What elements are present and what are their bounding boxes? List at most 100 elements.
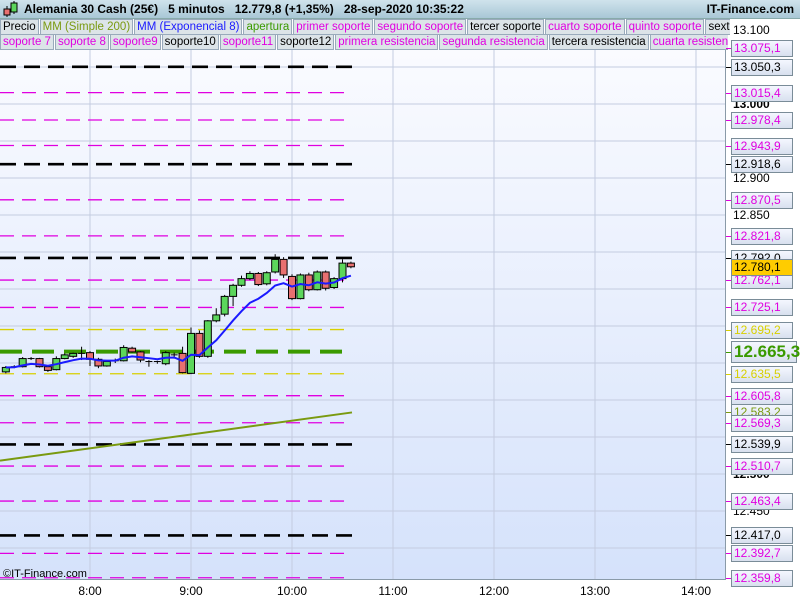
level-badge: 12.605,8 [731,387,793,405]
axis-tick [726,48,731,50]
candle-body [60,354,69,360]
candle-body [220,295,229,315]
level-badge: 12.870,5 [731,191,793,209]
level-badge: 13.050,3 [731,58,793,76]
candle-body [304,274,313,291]
candle-body [136,351,145,361]
axis-tick [726,444,731,446]
level-badge: 12.417,0 [731,527,793,545]
axis-tick [726,119,731,121]
legend-item[interactable]: cuarto soporte [545,19,625,35]
candle-body [271,258,280,273]
time-axis-label: 13:00 [579,584,611,598]
level-badge: 12.943,9 [731,137,793,155]
candle-body [296,274,305,300]
level-badge: 12.569,3 [731,414,793,432]
axis-tick [726,553,731,555]
level-badge: 12.665,3 [731,340,800,363]
current-price-badge: 12.780,1 [731,258,793,276]
axis-tick [726,199,731,201]
axis-tick [726,373,731,375]
axis-tick [726,145,731,147]
candle-body [346,262,355,268]
axis-tick [726,412,731,414]
level-badge: 13.015,4 [731,84,793,102]
legend-item[interactable]: cuarta resistencia [649,34,728,50]
axis-tick [726,235,731,237]
legend-item[interactable]: quinto soporte [625,19,705,35]
level-badge: 12.359,8 [731,569,793,587]
candle-body [69,352,78,357]
legend-item[interactable]: Precio [0,19,39,35]
level-badge: 12.821,8 [731,227,793,245]
legend-row-2: soporte 7 soporte 8 soporte9 soporte10 sopor… [0,34,728,50]
axis-tick [726,395,731,397]
axis-tick [726,280,731,282]
price-axis-label: 13.100 [733,23,770,37]
interval: 5 minutos [168,2,225,16]
candle-body [262,272,271,285]
candle-body [245,272,254,280]
time-axis-label: 11:00 [378,584,408,598]
last-price: 12.779,8 (+1,35%) [234,2,334,16]
legend-item[interactable]: soporte12 [277,34,335,50]
time-axis-label: 12:00 [478,584,510,598]
candle-body [128,347,137,353]
legend-item[interactable]: soporte11 [219,34,277,50]
legend-item[interactable]: soporte 7 [0,34,54,50]
axis-tick [726,577,731,579]
time-axis-label: 14:00 [680,584,712,598]
axis-tick [726,164,731,166]
candle-body [279,258,288,276]
level-badge: 12.539,9 [731,436,793,454]
candlestick-logo-icon [3,1,18,17]
candle-body [102,361,111,367]
legend-item[interactable]: segundo soporte [374,19,467,35]
axis-tick [726,351,731,353]
time-axis-label: 8:00 [78,584,102,598]
candle-body [187,332,195,374]
legend-item[interactable]: soporte 8 [54,34,109,50]
legend-item[interactable]: tercera resistencia [548,34,649,50]
legend-item[interactable]: sexto soporte [705,19,730,35]
instrument-name: Alemania 30 Cash (25€) [24,2,159,16]
axis-tick [726,307,731,309]
level-badge: 12.725,1 [731,299,793,317]
time-axis-label: 10:00 [276,584,308,598]
legend-item[interactable]: MM (Simple 200) [39,19,134,35]
legend-item[interactable]: primera resistencia [335,34,439,50]
axis-tick [726,422,731,424]
legend-item[interactable]: primer soporte [293,19,374,35]
level-badge: 12.978,4 [731,111,793,129]
axis-tick [726,535,731,537]
legend-item[interactable]: segunda resistencia [439,34,548,50]
axis-tick [726,501,731,503]
legend-item[interactable]: soporte10 [161,34,219,50]
candle-body [338,262,347,280]
title-bar: Alemania 30 Cash (25€) 5 minutos 12.779,… [0,0,800,19]
level-badge: 12.392,7 [731,545,793,563]
legend-item[interactable]: apertura [243,19,293,35]
price-chart [0,50,725,579]
level-badge: 13.075,1 [731,40,793,58]
candle-body [313,271,322,291]
price-axis-label: 12.850 [733,208,770,222]
legend-item[interactable]: tercer soporte [467,19,545,35]
level-badge: 12.918,6 [731,156,793,174]
level-badge: 12.695,2 [731,321,793,339]
level-badge: 12.510,7 [731,458,793,476]
axis-tick [726,66,731,68]
axis-tick [726,466,731,468]
candle-body [254,272,263,286]
copyright: ©IT-Finance.com [3,568,87,580]
axis-tick [726,329,731,331]
legend-row-1: Precio MM (Simple 200) MM (Exponencial 8) a… [0,19,730,35]
legend-item[interactable]: MM (Exponencial 8) [134,19,243,35]
candle-body [178,352,187,374]
legend-item[interactable]: soporte9 [109,34,161,50]
chart-plot-area[interactable] [0,50,726,580]
datetime: 28-sep-2020 10:35:22 [343,2,464,16]
candle-body [212,314,221,322]
level-badge: 12.635,5 [731,365,793,383]
site-name: IT-Finance.com [706,2,794,16]
